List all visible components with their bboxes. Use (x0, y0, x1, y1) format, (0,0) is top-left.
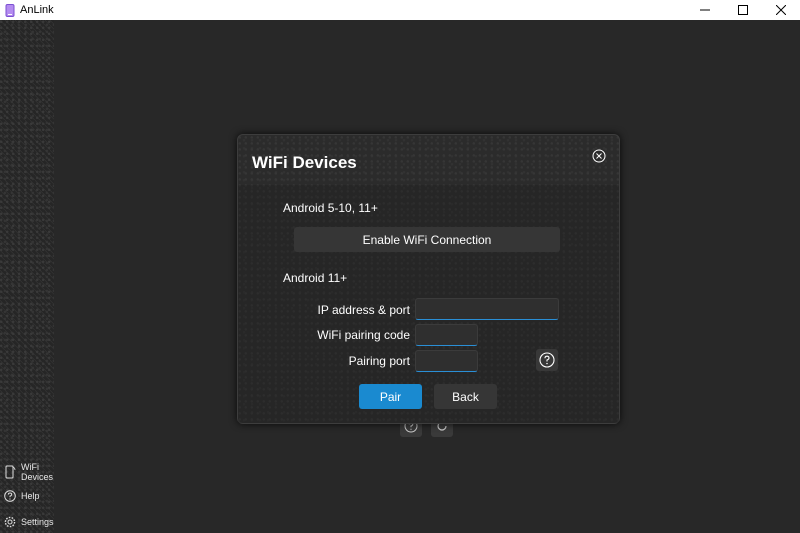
ip-address-label: IP address & port (317, 303, 411, 317)
sidebar-item-label: Settings (21, 517, 54, 527)
section-label-android-5-10: Android 5-10, 11+ (283, 201, 378, 215)
question-icon (4, 490, 16, 502)
sidebar-item-settings[interactable]: Settings (4, 516, 54, 528)
sidebar-item-label: WiFi (21, 462, 39, 472)
dialog-title: WiFi Devices (252, 153, 357, 172)
pairing-code-label: WiFi pairing code (317, 328, 410, 342)
wifi-devices-dialog: WiFi Devices Android 5-10, 11+ Enable Wi… (237, 134, 620, 424)
maximize-icon (738, 5, 748, 15)
sidebar-item-wifi-devices[interactable]: WiFi Devices (4, 462, 53, 482)
question-icon (539, 352, 555, 368)
phone-icon (5, 465, 16, 479)
enable-wifi-connection-button[interactable]: Enable WiFi Connection (294, 227, 560, 252)
close-window-button[interactable] (762, 0, 800, 20)
pairing-port-input[interactable] (415, 350, 478, 372)
ip-address-input[interactable] (415, 298, 559, 320)
sidebar: WiFi Devices Help Settings (0, 20, 54, 533)
maximize-button[interactable] (724, 0, 762, 20)
minimize-icon (700, 9, 710, 11)
sidebar-item-label: Help (21, 491, 40, 501)
pair-button[interactable]: Pair (359, 384, 422, 409)
close-icon (776, 5, 786, 15)
pairing-help-button[interactable] (536, 349, 558, 371)
minimize-button[interactable] (686, 0, 724, 20)
pairing-port-label: Pairing port (348, 354, 410, 368)
section-label-android-11: Android 11+ (283, 271, 348, 285)
pairing-code-input[interactable] (415, 324, 478, 346)
gear-icon (4, 516, 16, 528)
sidebar-item-label: Devices (21, 472, 54, 482)
app-logo-icon (5, 3, 15, 17)
window-title: AnLink (20, 4, 54, 16)
back-button[interactable]: Back (434, 384, 497, 409)
title-bar: AnLink (0, 0, 800, 20)
close-icon[interactable] (592, 149, 606, 163)
sidebar-item-help[interactable]: Help (4, 490, 40, 502)
